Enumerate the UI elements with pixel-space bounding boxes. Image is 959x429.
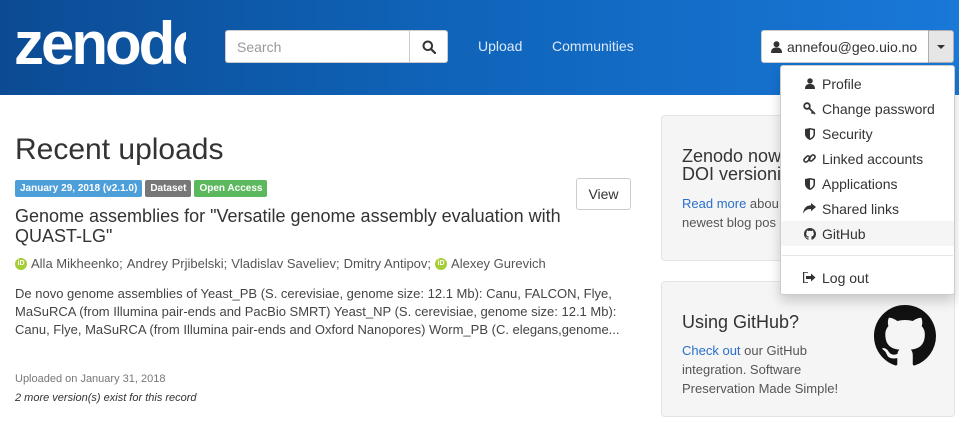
user-account-button[interactable]: annefou@geo.uio.no — [761, 30, 929, 63]
record-title-link[interactable]: Genome assemblies for "Versatile genome … — [15, 206, 575, 246]
menu-item-label: Applications — [822, 175, 898, 192]
user-menu-toggle[interactable] — [928, 30, 954, 63]
news-text-line1: Read more abou — [682, 194, 779, 213]
resource-type-badge[interactable]: Dataset — [145, 180, 192, 197]
github-panel-title: Using GitHub? — [682, 312, 800, 332]
upload-date: Uploaded on January 31, 2018 — [15, 373, 166, 385]
github-octocat-icon — [874, 305, 936, 366]
link-icon — [803, 152, 816, 165]
author-name: Dmitry Antipov; — [343, 256, 432, 271]
menu-item-shared-links[interactable]: Shared links — [781, 196, 954, 221]
github-text-line2: integration. Software — [682, 362, 802, 377]
caret-down-icon — [937, 44, 945, 49]
menu-item-label: Log out — [822, 269, 869, 286]
menu-item-label: Profile — [822, 75, 862, 92]
menu-item-profile[interactable]: Profile — [781, 71, 954, 96]
user-icon — [771, 40, 782, 53]
menu-item-github[interactable]: GitHub — [781, 221, 954, 246]
view-button[interactable]: View — [576, 178, 631, 210]
search-button[interactable] — [409, 30, 448, 63]
record-description: De novo genome assemblies of Yeast_PB (S… — [15, 286, 620, 337]
nav-upload[interactable]: Upload — [478, 38, 522, 54]
search-bar — [225, 30, 448, 63]
github-icon — [803, 227, 816, 240]
versions-note: 2 more version(s) exist for this record — [15, 392, 197, 404]
search-icon — [422, 40, 436, 54]
record-authors: iD Alla Mikheenko; Andrey Prjibelski; Vl… — [15, 256, 546, 271]
user-icon — [803, 77, 816, 90]
menu-item-linked-accounts[interactable]: Linked accounts — [781, 146, 954, 171]
menu-item-label: Shared links — [822, 200, 900, 217]
news-title-line1: Zenodo now — [682, 146, 782, 166]
menu-item-label: Security — [822, 125, 873, 142]
menu-item-security[interactable]: Security — [781, 121, 954, 146]
menu-item-label: GitHub — [822, 225, 866, 242]
user-email: annefou@geo.uio.no — [787, 38, 918, 55]
news-text-line2: newest blog pos — [682, 215, 776, 230]
github-panel: Using GitHub? Check out our GitHub integ… — [661, 281, 955, 417]
share-icon — [803, 202, 816, 215]
menu-item-label: Linked accounts — [822, 150, 924, 167]
shield-icon — [803, 127, 816, 140]
menu-item-change-password[interactable]: Change password — [781, 96, 954, 121]
menu-item-log-out[interactable]: Log out — [781, 265, 954, 290]
record-labels: January 29, 2018 (v2.1.0) Dataset Open A… — [15, 180, 268, 197]
search-input[interactable] — [225, 30, 410, 63]
orcid-icon[interactable]: iD — [435, 257, 448, 270]
access-right-badge[interactable]: Open Access — [194, 180, 268, 197]
check-out-link[interactable]: Check out — [682, 343, 741, 358]
version-date-badge[interactable]: January 29, 2018 (v2.1.0) — [15, 180, 143, 197]
author-name: Vladislav Saveliev; — [231, 256, 340, 271]
author-name: Alla Mikheenko; — [31, 256, 123, 271]
menu-item-applications[interactable]: Applications — [781, 171, 954, 196]
author-name: Alexey Gurevich — [451, 256, 546, 271]
svg-text:zenodo: zenodo — [14, 12, 186, 74]
orcid-icon[interactable]: iD — [15, 257, 27, 270]
key-icon — [803, 102, 816, 115]
news-title-line2: DOI versionin — [682, 164, 792, 184]
menu-divider — [782, 255, 953, 256]
user-dropdown-menu: Profile Change password Security Linked … — [780, 65, 955, 295]
nav-communities[interactable]: Communities — [552, 38, 634, 54]
github-text-line1: Check out our GitHub — [682, 341, 807, 360]
zenodo-logo[interactable]: zenodo — [14, 12, 186, 74]
sign-out-icon — [803, 271, 816, 284]
menu-item-label: Change password — [822, 100, 935, 117]
github-text-rest: our GitHub — [740, 343, 808, 358]
page-title: Recent uploads — [15, 133, 224, 166]
github-text-line3: Preservation Made Simple! — [682, 381, 839, 396]
shield-icon — [803, 177, 816, 190]
author-name: Andrey Prjibelski; — [126, 256, 228, 271]
news-text-rest: abou — [746, 196, 779, 211]
read-more-link[interactable]: Read more — [682, 196, 746, 211]
